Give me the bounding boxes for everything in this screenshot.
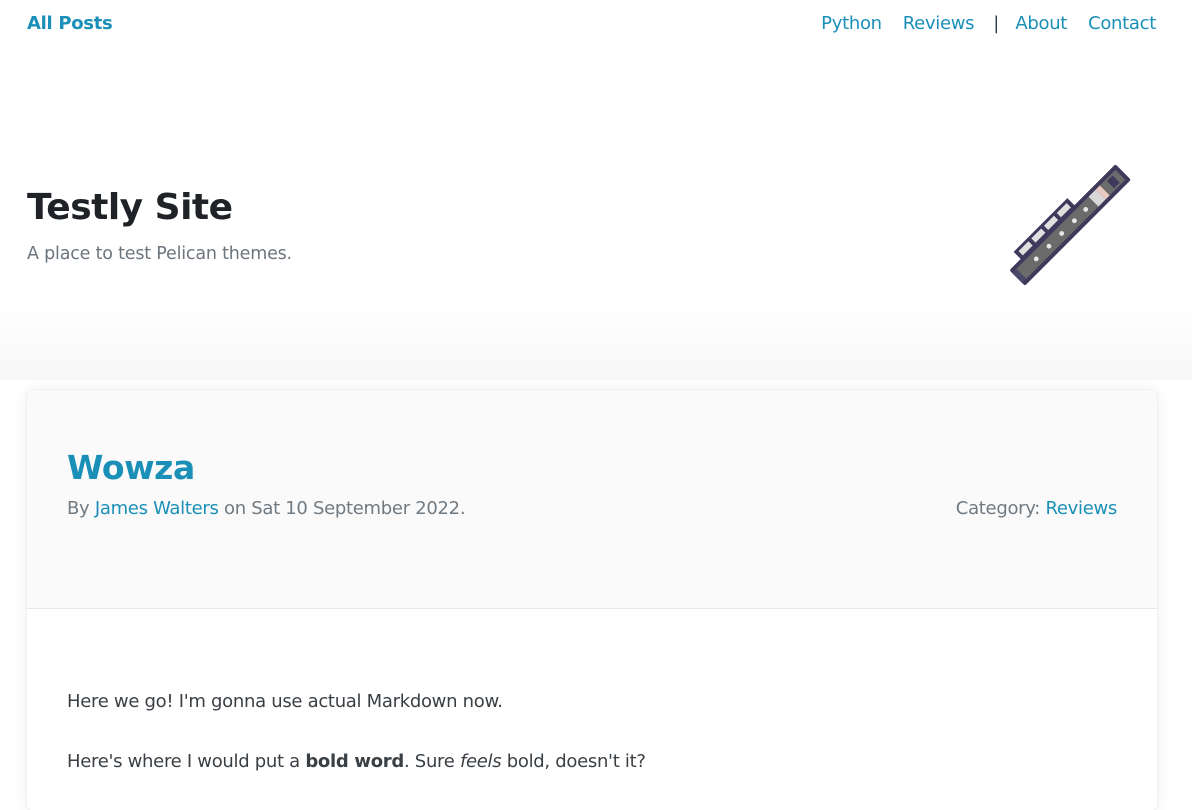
- post-category: Category: Reviews: [955, 498, 1118, 519]
- category-link[interactable]: Reviews: [1046, 498, 1118, 519]
- post-date: on Sat 10 September 2022.: [224, 498, 466, 519]
- site-subtitle: A place to test Pelican themes.: [27, 244, 292, 264]
- p2-text-before: Here's where I would put a: [67, 751, 306, 772]
- paragraph-1: Here we go! I'm gonna use actual Markdow…: [67, 691, 503, 712]
- top-navigation: All Posts Python Reviews | About Contact: [0, 0, 1192, 50]
- nav-link-python[interactable]: Python: [821, 13, 882, 34]
- post-card: Wowza By James Walters on Sat 10 Septemb…: [27, 390, 1157, 810]
- nav-links: Python Reviews | About Contact: [821, 13, 1156, 34]
- italic-word: feels: [459, 751, 502, 772]
- category-label: Category:: [955, 498, 1041, 519]
- flute-icon: [998, 150, 1148, 300]
- p2-text-middle: . Sure: [403, 751, 460, 772]
- post-header: Wowza By James Walters on Sat 10 Septemb…: [27, 390, 1157, 609]
- nav-link-about[interactable]: About: [1015, 13, 1067, 34]
- all-posts-link[interactable]: All Posts: [27, 13, 113, 34]
- p2-text-after: bold, doesn't it?: [501, 751, 646, 772]
- nav-separator: |: [993, 13, 1000, 34]
- nav-link-contact[interactable]: Contact: [1088, 13, 1156, 34]
- post-title-link[interactable]: Wowza: [67, 448, 195, 487]
- nav-link-reviews[interactable]: Reviews: [903, 13, 975, 34]
- by-label: By: [67, 498, 90, 519]
- paragraph-2: Here's where I would put a bold word. Su…: [67, 750, 1117, 773]
- author-link[interactable]: James Walters: [95, 498, 219, 519]
- bold-word: bold word: [305, 751, 404, 772]
- site-title: Testly Site: [27, 187, 233, 228]
- post-content: Here we go! I'm gonna use actual Markdow…: [67, 690, 1117, 810]
- post-byline: By James Walters on Sat 10 September 202…: [67, 498, 466, 519]
